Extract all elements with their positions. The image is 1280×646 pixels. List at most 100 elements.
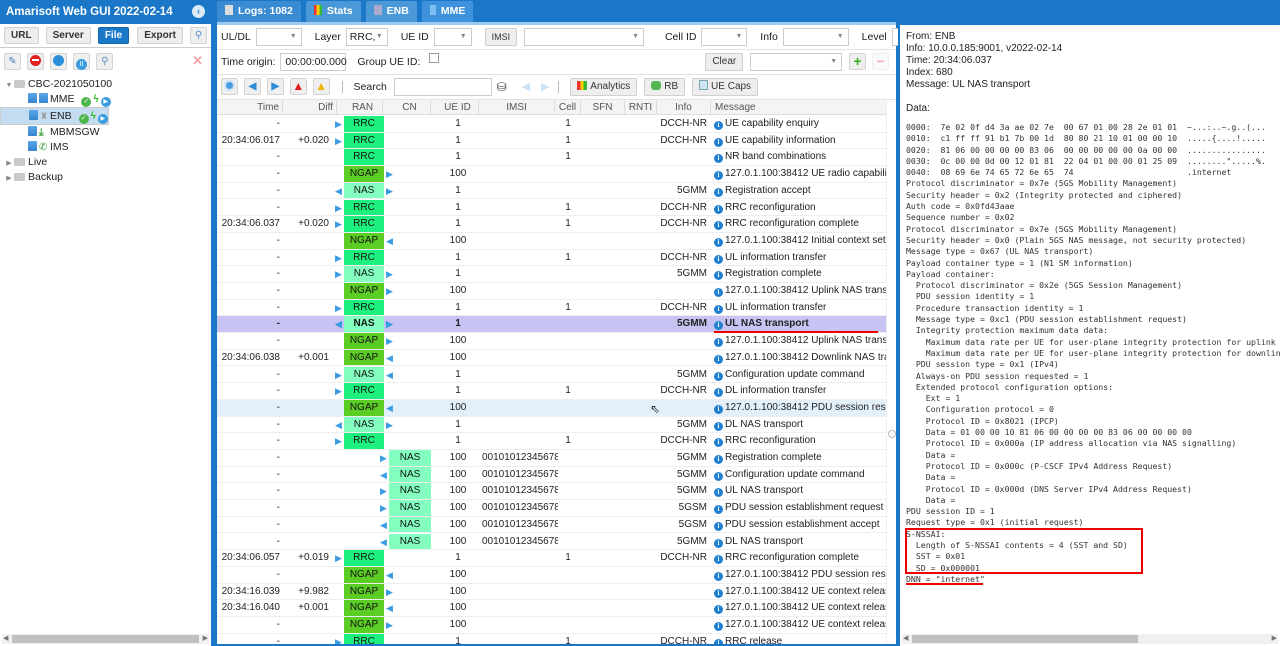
table-row[interactable]: - RRC ▶ 1 1 DCCH-NR i RRC reconfiguration xyxy=(217,433,888,450)
info-icon[interactable]: i xyxy=(714,521,723,531)
table-row[interactable]: - RRC 1 1 i NR band combinations xyxy=(217,149,888,167)
scroll-right-icon[interactable]: ▶ xyxy=(1272,634,1277,644)
next-arrow-icon[interactable]: ▶ xyxy=(266,78,284,95)
tree-item-ims[interactable]: ✆ IMS xyxy=(0,140,211,155)
table-row[interactable]: - NAS ▶ 100 001010123456789 5GMM i Registration… xyxy=(217,450,888,467)
info-icon[interactable]: i xyxy=(714,638,723,644)
expanded-arrow-icon[interactable]: ▼ xyxy=(4,78,14,93)
info-icon[interactable]: i xyxy=(714,622,723,631)
uldl-select[interactable]: ▼ xyxy=(255,28,302,46)
table-row[interactable]: - RRC ▶ 1 1 DCCH-NR i UL information transfer xyxy=(217,249,888,267)
tree-item-enb[interactable]: ♜ ENB ✓ ϟ ▶ xyxy=(0,107,109,125)
table-row[interactable]: - NAS ▶ 100 001010123456789 5GMM i UL NAS trans… xyxy=(217,483,888,501)
tab-stats[interactable]: Stats xyxy=(305,1,361,22)
plug-icon[interactable]: ⚲ xyxy=(96,53,114,70)
tab-mme[interactable]: MME xyxy=(421,1,474,22)
col-cn[interactable]: CN xyxy=(389,100,431,115)
group-ueid-checkbox[interactable] xyxy=(429,53,440,63)
collapsed-arrow-icon[interactable]: ▶ xyxy=(4,171,14,186)
info-icon[interactable]: i xyxy=(714,605,723,615)
table-row[interactable]: - NAS ◀ ▶ 1 5GMM i DL NAS transport xyxy=(217,416,888,434)
col-rnti[interactable]: RNTI xyxy=(625,100,657,115)
warning-icon[interactable]: ▲ xyxy=(312,78,330,95)
scrollbar-thumb[interactable] xyxy=(12,635,199,643)
server-button[interactable]: Server xyxy=(45,27,91,44)
info-icon[interactable]: i xyxy=(714,321,723,331)
info-icon[interactable]: i xyxy=(714,588,723,598)
stop-icon[interactable] xyxy=(27,53,45,70)
info-icon[interactable]: i xyxy=(714,421,723,431)
pause-icon[interactable]: II xyxy=(73,53,91,70)
export-button[interactable]: Export xyxy=(137,27,183,44)
info-icon[interactable]: i xyxy=(714,354,723,364)
col-ueid[interactable]: UE ID xyxy=(437,100,479,115)
tree-item-mme[interactable]: MME ✓ ϟ ▶ xyxy=(0,92,211,107)
cellid-select[interactable]: ▼ xyxy=(701,28,748,46)
table-row[interactable]: - RRC ▶ 1 1 DCCH-NR i UL information transfer xyxy=(217,299,888,317)
info-icon[interactable]: i xyxy=(714,455,723,464)
tab-enb[interactable]: ENB xyxy=(365,1,417,22)
info-icon[interactable]: i xyxy=(714,221,723,231)
scroll-right-icon[interactable]: ▶ xyxy=(203,634,208,644)
table-row[interactable]: - RRC ▶ 1 1 DCCH-NR i RRC reconfiguration xyxy=(217,199,888,217)
imsi-select[interactable]: ▼ xyxy=(524,28,645,46)
info-icon[interactable]: i xyxy=(714,338,723,348)
info-icon[interactable]: i xyxy=(714,154,723,164)
previous-arrow-icon[interactable]: ◀ xyxy=(243,78,261,95)
table-row[interactable]: - RRC ▶ 1 1 DCCH-NR i RRC release xyxy=(217,633,888,644)
table-row[interactable]: - NGAP ▶ 100 i 127.0.1.100:38412 Uplink NAS t… xyxy=(217,333,888,350)
table-row[interactable]: 20:34:06.017 +0.020 RRC ▶ 1 1 DCCH-NR i UE capab… xyxy=(217,132,888,150)
play-icon[interactable]: ▶ xyxy=(97,114,108,124)
scroll-left-icon[interactable]: ◀ xyxy=(903,634,908,644)
info-icon[interactable]: i xyxy=(714,271,723,281)
info-icon[interactable]: i xyxy=(714,388,723,398)
table-row[interactable]: 20:34:16.039 +9.982 NGAP ▶ 100 i 127.0.1.100:3… xyxy=(217,583,888,601)
col-imsi[interactable]: IMSI xyxy=(479,100,555,115)
table-row[interactable]: - RRC ▶ 1 1 DCCH-NR i UE capability enquiry xyxy=(217,116,888,133)
table-row[interactable]: - NAS ◀ 100 001010123456789 5GMM i DL NAS trans… xyxy=(217,533,888,551)
table-row[interactable]: 20:34:16.040 +0.001 NGAP ◀ 100 i 127.0.1.100:3… xyxy=(217,600,888,617)
table-row[interactable]: 20:34:06.057 +0.019 RRC ▶ 1 1 DCCH-NR i RRC reco… xyxy=(217,550,888,567)
search-prev-icon[interactable]: ◀ xyxy=(522,78,530,96)
info-icon[interactable]: i xyxy=(714,254,723,264)
clear-button[interactable]: Clear xyxy=(705,53,744,71)
col-diff[interactable]: Diff xyxy=(283,100,337,115)
info-icon[interactable]: i xyxy=(714,505,723,515)
left-horizontal-scrollbar[interactable]: ◀ ▶ xyxy=(2,634,209,644)
col-cell[interactable]: Cell xyxy=(555,100,581,115)
table-row[interactable]: - RRC ▶ 1 1 DCCH-NR i DL information transfer xyxy=(217,383,888,400)
rb-button[interactable]: RB xyxy=(644,78,686,96)
scroll-left-icon[interactable]: ◀ xyxy=(3,634,8,644)
layer-select[interactable]: RRC, ▼ xyxy=(345,28,388,46)
play-icon[interactable]: ▶ xyxy=(100,97,111,107)
col-message[interactable]: Message xyxy=(713,100,888,115)
info-icon[interactable]: i xyxy=(714,304,723,314)
table-row[interactable]: - NGAP ◀ 100 i 127.0.1.100:38412 PDU session … xyxy=(217,566,888,584)
time-origin-input[interactable]: 00:00:00.000 xyxy=(280,53,347,71)
table-row[interactable]: - NAS ◀ 100 001010123456789 5GSM i PDU session … xyxy=(217,516,888,534)
collapsed-arrow-icon[interactable]: ▶ xyxy=(4,156,14,171)
detail-horizontal-scrollbar[interactable]: ◀ ▶ xyxy=(902,634,1278,644)
table-row[interactable]: - NGAP ◀ 100 i 127.0.1.100:38412 Initial cont… xyxy=(217,232,888,250)
binoculars-icon[interactable]: ⛁ xyxy=(497,78,511,94)
add-icon[interactable]: + xyxy=(849,53,867,70)
table-row[interactable]: - NAS ◀ ▶ 1 5GMM i Registration accept xyxy=(217,182,888,200)
info-icon[interactable]: i xyxy=(714,371,723,381)
uecaps-button[interactable]: UE Caps xyxy=(692,78,759,96)
tree-item-mbmsgw[interactable]: ⤓ MBMSGW xyxy=(0,125,211,140)
analytics-button[interactable]: Analytics xyxy=(570,78,638,96)
tab-logs[interactable]: Logs: 1082 xyxy=(217,1,301,22)
clock-icon[interactable] xyxy=(221,78,238,95)
table-row[interactable]: 20:34:06.038 +0.001 NGAP ◀ 100 i 127.0.1.100:3… xyxy=(217,349,888,367)
tree-item-live[interactable]: ▶ Live xyxy=(0,155,211,170)
info-icon[interactable]: i xyxy=(714,571,723,581)
collapse-panel-icon[interactable]: ‹ xyxy=(192,5,205,18)
wrench-icon[interactable]: ✎ xyxy=(4,53,21,70)
scrollbar-thumb[interactable] xyxy=(912,635,1138,643)
search-input[interactable] xyxy=(393,78,492,96)
info-icon[interactable]: i xyxy=(714,438,723,448)
close-icon[interactable]: ✕ xyxy=(192,53,203,69)
tree-item-cbc[interactable]: ▼ CBC-2021050100 xyxy=(0,77,211,92)
grid-vertical-scrollbar[interactable] xyxy=(886,100,896,644)
preset-select[interactable]: ▼ xyxy=(750,53,843,71)
